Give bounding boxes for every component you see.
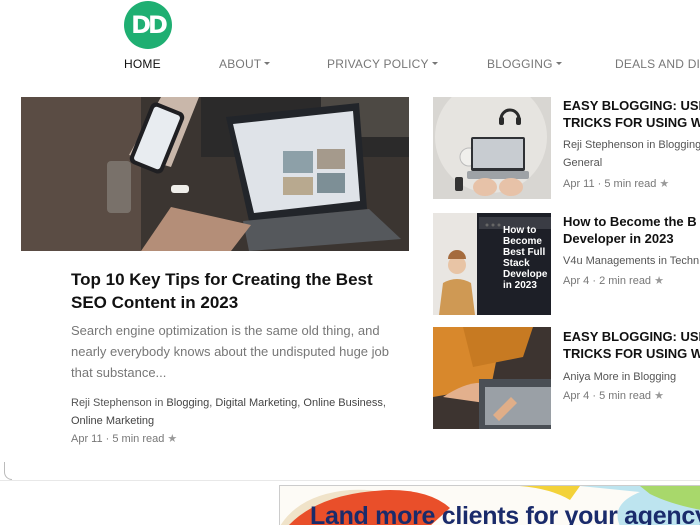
- post-date: Apr 11: [71, 433, 103, 445]
- side-post-author[interactable]: Reji Stephenson in Blogging,: [563, 136, 700, 154]
- read-time: 5 min read: [112, 433, 165, 445]
- nav-blogging-label: BLOGGING: [487, 57, 553, 71]
- read-time: 2 min read: [599, 275, 652, 287]
- side-post-author-line: Reji Stephenson in Blogging, General: [563, 136, 700, 172]
- side-post-category[interactable]: General: [563, 154, 700, 172]
- side-post-title-line: EASY BLOGGING: USI: [563, 329, 700, 344]
- advertisement-banner[interactable]: Land more clients for your agency: [279, 485, 700, 525]
- post-date: Apr 4: [563, 390, 590, 402]
- site-logo[interactable]: DD: [124, 1, 172, 49]
- nav-privacy-label: PRIVACY POLICY: [327, 57, 429, 71]
- thumbnail-line: How to: [503, 225, 537, 236]
- side-post-title-line: Developer in 2023: [563, 231, 674, 246]
- star-icon[interactable]: ★: [659, 178, 669, 190]
- nav-home[interactable]: HOME: [124, 57, 161, 71]
- in-label: in: [154, 397, 164, 409]
- side-post-date-line: Apr 4 · 2 min read ★: [563, 275, 664, 287]
- post-date: Apr 11: [563, 178, 595, 190]
- star-icon[interactable]: ★: [654, 390, 664, 402]
- ad-headline: Land more clients for your agency: [310, 502, 700, 525]
- side-post-author[interactable]: V4u Managements in Techn: [563, 252, 700, 270]
- side-post-image[interactable]: How to Become Best Full Stack Develope i…: [433, 213, 551, 315]
- featured-post-author-line: Reji Stephenson in Blogging, Digital Mar…: [71, 397, 386, 427]
- thumbnail-line: Best Full: [503, 247, 546, 258]
- chevron-down-icon: [264, 62, 271, 66]
- featured-post-excerpt: Search engine optimization is the same o…: [71, 323, 389, 380]
- nav-deals-label: DEALS AND DISC: [615, 57, 700, 71]
- side-post-title[interactable]: EASY BLOGGING: USI TRICKS FOR USING W: [563, 328, 700, 362]
- side-post-author-line: Aniya More in Blogging: [563, 368, 700, 386]
- side-post-title[interactable]: How to Become the B Developer in 2023: [563, 213, 700, 247]
- nav-deals[interactable]: DEALS AND DISC: [615, 57, 700, 71]
- category-link[interactable]: Online Business: [303, 397, 383, 409]
- thumbnail-line: in 2023: [503, 280, 537, 291]
- chevron-down-icon: [555, 62, 562, 66]
- nav-home-label: HOME: [124, 57, 161, 71]
- author-link[interactable]: Reji Stephenson: [71, 397, 152, 409]
- featured-post-date-line: Apr 11 · 5 min read ★: [71, 433, 178, 445]
- thumbnail-text: How to Become Best Full Stack Develope i…: [503, 225, 547, 291]
- thumbnail-line: Develope: [503, 269, 548, 280]
- side-post-title[interactable]: EASY BLOGGING: USI TRICKS FOR USING W: [563, 97, 700, 131]
- category-link[interactable]: Digital Marketing: [215, 397, 297, 409]
- nav-about[interactable]: ABOUT: [219, 57, 271, 71]
- thumbnail-line: Become: [503, 236, 542, 247]
- side-post-image[interactable]: [433, 97, 551, 199]
- featured-post-title[interactable]: Top 10 Key Tips for Creating the Best SE…: [71, 268, 411, 314]
- side-post-title-line: TRICKS FOR USING W: [563, 346, 700, 361]
- side-post-author[interactable]: Aniya More in Blogging: [563, 368, 700, 386]
- star-icon[interactable]: ★: [654, 275, 664, 287]
- category-link[interactable]: Online Marketing: [71, 415, 154, 427]
- star-icon[interactable]: ★: [167, 433, 177, 445]
- side-post-title-line: How to Become the B: [563, 214, 697, 229]
- side-post-author-line: V4u Managements in Techn: [563, 252, 700, 270]
- post-date: Apr 4: [563, 275, 590, 287]
- thumbnail-line: Stack: [503, 258, 530, 269]
- side-post-title-line: EASY BLOGGING: USI: [563, 98, 700, 113]
- section-divider: [0, 480, 700, 481]
- section-bracket: [4, 462, 12, 480]
- read-time: 5 min read: [599, 390, 652, 402]
- side-post-image[interactable]: [433, 327, 551, 429]
- side-post-title-line: TRICKS FOR USING W: [563, 115, 700, 130]
- nav-privacy-policy[interactable]: PRIVACY POLICY: [327, 57, 438, 71]
- side-post-date-line: Apr 11 · 5 min read ★: [563, 178, 670, 190]
- nav-about-label: ABOUT: [219, 57, 262, 71]
- side-post-date-line: Apr 4 · 5 min read ★: [563, 390, 664, 402]
- logo-text: DD: [131, 11, 168, 39]
- nav-blogging[interactable]: BLOGGING: [487, 57, 562, 71]
- chevron-down-icon: [431, 62, 438, 66]
- main-nav: HOME ABOUT PRIVACY POLICY BLOGGING DEALS…: [0, 57, 700, 75]
- read-time: 5 min read: [604, 178, 657, 190]
- category-link[interactable]: Blogging: [166, 397, 209, 409]
- featured-post-image[interactable]: [21, 97, 409, 251]
